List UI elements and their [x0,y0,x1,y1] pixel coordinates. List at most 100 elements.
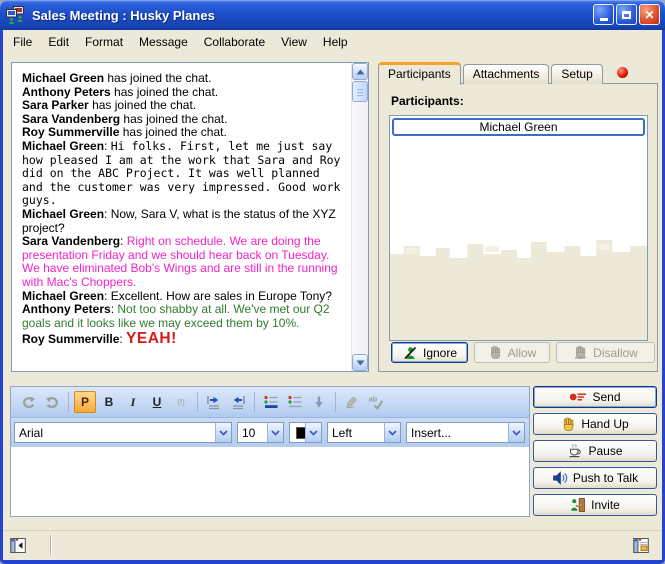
tab-participants[interactable]: Participants [378,62,461,85]
transcript-scrollbar[interactable] [351,63,368,371]
chevron-down-icon[interactable] [508,423,524,442]
toolbar-separator [68,392,69,412]
menu-file[interactable]: File [5,32,40,52]
invite-icon [570,497,586,513]
font-tag-icon[interactable]: (f) [170,391,192,413]
window-controls: ✕ [593,4,660,25]
tab-setup[interactable]: Setup [551,64,602,84]
chat-message: Sara Vandenberg: Right on schedule. We a… [22,235,345,289]
signature-icon[interactable] [341,391,363,413]
ignore-button[interactable]: Ignore [391,342,468,363]
scroll-down-button[interactable] [352,354,368,371]
chevron-down-icon[interactable] [384,423,400,442]
indent-decrease-icon[interactable] [227,391,249,413]
scroll-up-button[interactable] [352,63,368,80]
font-family-dropdown[interactable]: Arial [14,422,232,443]
allow-hand-icon [488,345,503,360]
underline-button[interactable]: U [146,391,168,413]
push-to-talk-button[interactable]: Push to Talk [533,467,657,489]
chevron-down-icon[interactable] [215,423,231,442]
sender-name: Sara Vandenberg [22,112,120,126]
chat-message: Michael Green: Hi folks. First, let me j… [22,140,345,208]
participant-item[interactable]: Michael Green [392,118,645,136]
chat-message: Sara Vandenberg has joined the chat. [22,113,345,127]
chevron-down-icon[interactable] [267,423,283,442]
message-input[interactable] [11,447,529,516]
button-label: Pause [588,444,622,458]
send-icon [569,390,587,404]
italic-button[interactable]: I [122,391,144,413]
scrollbar-thumb[interactable] [352,81,368,102]
message-separator: : [120,234,127,248]
color-swatch [296,427,305,439]
button-label: Hand Up [581,417,628,431]
undo-icon[interactable] [17,391,39,413]
chat-message: Michael Green: Now, Sara V, what is the … [22,208,345,235]
disallow-hand-icon [573,345,588,360]
list-style-alt-icon[interactable] [284,391,306,413]
layout-panel-icon[interactable] [633,537,650,554]
hand-up-button[interactable]: Hand Up [533,413,657,435]
message-text: has joined the chat. [107,71,211,85]
dropdown-value: 10 [238,426,267,440]
dropdown-value: Left [328,426,384,440]
redo-icon[interactable] [41,391,63,413]
font-color-dropdown[interactable] [289,422,322,443]
menu-bar: FileEditFormatMessageCollaborateViewHelp [3,30,662,53]
message-separator: : [104,289,111,303]
button-label: Send [592,390,620,404]
sender-name: Roy Summerville [22,332,119,346]
invite-button[interactable]: Invite [533,494,657,516]
arrow-up-icon [356,69,365,75]
spellcheck-icon[interactable]: ab [365,391,387,413]
app-window: Sales Meeting : Husky Planes ✕ FileEditF… [0,0,665,564]
skyline-watermark [390,228,647,340]
close-button[interactable]: ✕ [639,4,660,25]
dropdown-value: Arial [15,426,215,440]
paragraph-style-button[interactable]: P [74,391,96,413]
menu-view[interactable]: View [273,32,315,52]
pause-cup-icon [567,443,583,459]
tab-attachments[interactable]: Attachments [463,64,550,84]
toolbar-separator [254,392,255,412]
indent-increase-icon[interactable] [203,391,225,413]
recording-indicator-icon [617,67,628,78]
menu-edit[interactable]: Edit [40,32,77,52]
insert-dropdown[interactable]: Insert... [406,422,525,443]
close-icon: ✕ [644,9,654,21]
chat-message: Anthony Peters: Not too shabby at all. W… [22,303,345,330]
message-text: has joined the chat. [92,98,196,112]
minimize-button[interactable] [593,4,614,25]
alignment-dropdown[interactable]: Left [327,422,401,443]
menu-help[interactable]: Help [315,32,356,52]
chat-message: Michael Green: Excellent. How are sales … [22,290,345,304]
menu-collaborate[interactable]: Collaborate [196,32,273,52]
sender-name: Anthony Peters [22,85,111,99]
chevron-down-icon[interactable] [305,423,321,442]
sender-name: Sara Parker [22,98,89,112]
participants-label: Participants: [391,94,464,108]
list-style-icon[interactable] [260,391,282,413]
sender-name: Roy Summerville [22,125,119,139]
voice-panel-icon[interactable] [10,537,27,554]
sender-name: Sara Vandenberg [22,234,120,248]
minimize-icon [600,18,608,21]
app-icon [6,6,26,24]
font-size-dropdown[interactable]: 10 [237,422,284,443]
message-separator: : [104,207,111,221]
message-text: has joined the chat. [123,112,227,126]
dropdown-value [290,426,305,440]
message-text: has joined the chat. [123,125,227,139]
move-down-icon[interactable] [308,391,330,413]
allow-button[interactable]: Allow [474,342,550,363]
button-label: Ignore [423,346,457,360]
arrow-down-icon [356,360,365,366]
disallow-button[interactable]: Disallow [556,342,655,363]
pause-button[interactable]: Pause [533,440,657,462]
menu-format[interactable]: Format [77,32,131,52]
maximize-button[interactable] [616,4,637,25]
send-button[interactable]: Send [533,386,657,408]
bold-button[interactable]: B [98,391,120,413]
menu-message[interactable]: Message [131,32,196,52]
participants-listbox[interactable]: Michael Green [389,115,648,341]
